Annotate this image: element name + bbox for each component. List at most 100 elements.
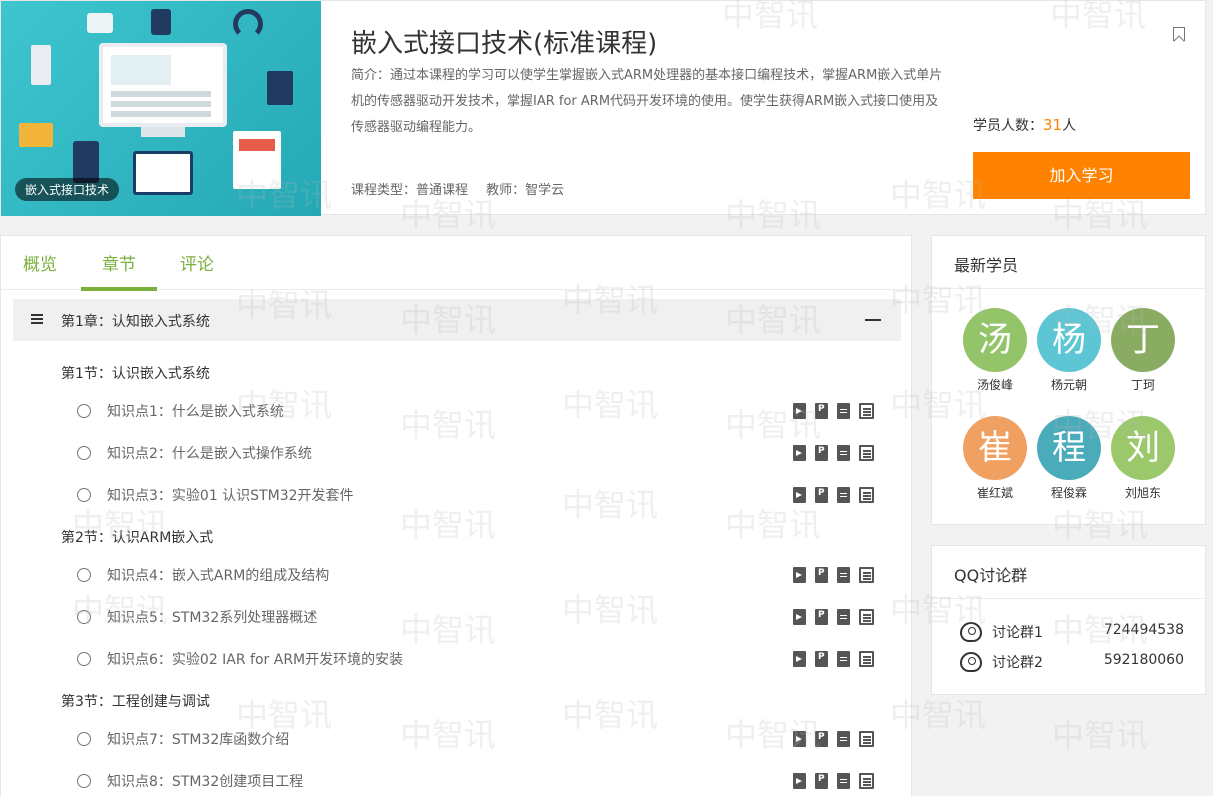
- student-item[interactable]: 汤汤俊峰: [960, 308, 1030, 393]
- qq-group-row[interactable]: 讨论群2 592180060: [960, 652, 1184, 672]
- circle-icon: [77, 774, 91, 788]
- lesson-label: 知识点3：实验01 认识STM32开发套件: [107, 488, 354, 504]
- student-name: 汤俊峰: [976, 378, 1013, 392]
- list-icon[interactable]: [859, 731, 874, 747]
- phone-icon: [73, 141, 99, 183]
- lesson-item[interactable]: 知识点7：STM32库函数介绍: [77, 729, 897, 751]
- lesson-item[interactable]: 知识点6：实验02 IAR for ARM开发环境的安装: [77, 649, 897, 671]
- student-item[interactable]: 丁丁珂: [1108, 308, 1178, 393]
- lesson-item[interactable]: 知识点3：实验01 认识STM32开发套件: [77, 485, 897, 507]
- lesson-item[interactable]: 知识点8：STM32创建项目工程: [77, 771, 897, 793]
- lesson-item[interactable]: 知识点5：STM32系列处理器概述: [77, 607, 897, 629]
- banner-tag: 嵌入式接口技术: [15, 178, 120, 201]
- lesson-item[interactable]: 知识点1：什么是嵌入式系统: [77, 401, 897, 423]
- section-title: 第3节：工程创建与调试: [61, 694, 210, 710]
- chapter-header[interactable]: 第1章：认知嵌入式系统: [13, 299, 901, 341]
- list-icon[interactable]: [859, 773, 874, 789]
- student-item[interactable]: 崔崔红斌: [960, 416, 1030, 501]
- list-icon: [31, 314, 43, 324]
- resource-icons: [793, 445, 883, 461]
- student-item[interactable]: 程程俊霖: [1034, 416, 1104, 501]
- course-title: 嵌入式接口技术(标准课程): [351, 29, 658, 59]
- video-icon[interactable]: [793, 651, 806, 667]
- doc-icon[interactable]: [837, 567, 850, 583]
- student-name: 程俊霖: [1050, 486, 1087, 500]
- avatar: 崔: [963, 416, 1027, 480]
- pdf-icon[interactable]: [815, 651, 828, 667]
- active-tab-indicator: [81, 287, 157, 291]
- doc-icon[interactable]: [837, 403, 850, 419]
- student-name: 丁珂: [1130, 378, 1155, 392]
- list-icon[interactable]: [859, 445, 874, 461]
- video-icon[interactable]: [793, 487, 806, 503]
- tablet-icon: [133, 151, 193, 195]
- doc-icon[interactable]: [837, 651, 850, 667]
- doc-icon[interactable]: [837, 445, 850, 461]
- qq-group-row[interactable]: 讨论群1 724494538: [960, 622, 1184, 642]
- list-icon[interactable]: [859, 403, 874, 419]
- doc-icon[interactable]: [837, 487, 850, 503]
- video-icon[interactable]: [793, 403, 806, 419]
- student-name: 刘旭东: [1124, 486, 1161, 500]
- video-icon[interactable]: [793, 567, 806, 583]
- doc-icon[interactable]: [837, 773, 850, 789]
- calculator-icon: [267, 71, 293, 105]
- student-name: 崔红斌: [976, 486, 1013, 500]
- bookmark-icon[interactable]: [1173, 27, 1185, 41]
- qq-icon: [960, 652, 982, 672]
- student-count-number: 31: [1043, 116, 1063, 134]
- course-description: 简介：通过本课程的学习可以使学生掌握嵌入式ARM处理器的基本接口编程技术，掌握A…: [351, 68, 943, 135]
- avatar: 杨: [1037, 308, 1101, 372]
- resource-icons: [793, 773, 883, 789]
- doc-icon[interactable]: [837, 609, 850, 625]
- lesson-label: 知识点1：什么是嵌入式系统: [107, 404, 284, 420]
- document-icon: [233, 131, 281, 189]
- course-card: 嵌入式接口技术 嵌入式接口技术(标准课程) 简介：通过本课程的学习可以使学生掌握…: [0, 0, 1206, 216]
- pdf-icon[interactable]: [815, 487, 828, 503]
- circle-icon: [77, 732, 91, 746]
- student-item[interactable]: 刘刘旭东: [1108, 416, 1178, 501]
- video-icon[interactable]: [793, 731, 806, 747]
- lesson-item[interactable]: 知识点4：嵌入式ARM的组成及结构: [77, 565, 897, 587]
- headphones-icon: [233, 9, 263, 39]
- resource-icons: [793, 731, 883, 747]
- student-count-unit: 人: [1062, 118, 1077, 134]
- resource-icons: [793, 651, 883, 667]
- pdf-icon[interactable]: [815, 567, 828, 583]
- video-icon[interactable]: [793, 445, 806, 461]
- join-study-button[interactable]: 加入学习: [973, 152, 1190, 199]
- pdf-icon[interactable]: [815, 403, 828, 419]
- doc-icon[interactable]: [837, 731, 850, 747]
- divider: [932, 288, 1205, 289]
- monitor-icon: [99, 43, 227, 127]
- video-icon[interactable]: [793, 773, 806, 789]
- lock-icon: [151, 9, 171, 35]
- camera-icon: [87, 13, 113, 33]
- pdf-icon[interactable]: [815, 731, 828, 747]
- pdf-icon[interactable]: [815, 773, 828, 789]
- course-meta: 课程类型：普通课程 教师：智学云: [351, 179, 578, 198]
- lesson-item[interactable]: 知识点2：什么是嵌入式操作系统: [77, 443, 897, 465]
- circle-icon: [77, 652, 91, 666]
- resource-icons: [793, 487, 883, 503]
- collapse-icon[interactable]: [865, 319, 881, 321]
- circle-icon: [77, 610, 91, 624]
- avatar: 刘: [1111, 416, 1175, 480]
- video-icon[interactable]: [793, 609, 806, 625]
- divider: [932, 598, 1205, 599]
- list-icon[interactable]: [859, 567, 874, 583]
- circle-icon: [77, 568, 91, 582]
- chapter-title: 第1章：认知嵌入式系统: [61, 314, 210, 330]
- list-icon[interactable]: [859, 609, 874, 625]
- student-item[interactable]: 杨杨元朝: [1034, 308, 1104, 393]
- list-icon[interactable]: [859, 651, 874, 667]
- tab-comments[interactable]: 评论: [180, 250, 214, 275]
- students-card-title: 最新学员: [954, 256, 1019, 275]
- list-icon[interactable]: [859, 487, 874, 503]
- tab-chapters[interactable]: 章节: [102, 250, 136, 275]
- tab-overview[interactable]: 概览: [23, 250, 57, 275]
- pdf-icon[interactable]: [815, 445, 828, 461]
- course-banner-image[interactable]: 嵌入式接口技术: [1, 1, 321, 216]
- course-type: 课程类型：普通课程: [351, 183, 469, 198]
- pdf-icon[interactable]: [815, 609, 828, 625]
